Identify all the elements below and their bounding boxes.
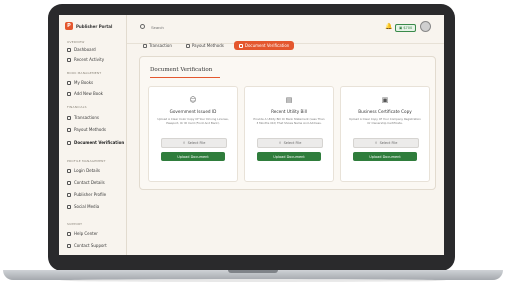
user-check-icon: ☺ [189,96,197,104]
wallet-icon: ▣ [399,26,403,30]
section-support: SUPPORT [67,222,83,226]
select-file-button[interactable]: ⇧ Select File [161,138,227,148]
select-file-button[interactable]: ⇧ Select File [353,138,419,148]
panel-title: Document Verification [150,67,213,73]
grid-icon [67,47,71,52]
card-description: Provide A Utility Bill Or Bank Statement… [253,117,325,125]
tab-payout-methods[interactable]: Payout Methods [182,42,228,49]
card-business-certificate: ▣ Business Certificate Copy Upload A Cle… [340,86,430,182]
sidebar-item-publisher-profile[interactable]: Publisher Profile [67,192,106,197]
lock-icon [67,168,71,173]
verification-panel: Document Verification ☺ Government Issue… [139,56,436,190]
sidebar-item-login-details[interactable]: Login Details [67,168,100,173]
sidebar-item-document-verification[interactable]: Document Verification [67,140,124,145]
bell-icon[interactable]: 🔔 [385,23,392,30]
sidebar-item-add-new-book[interactable]: Add New Book [67,91,103,96]
section-profile-management: PROFILE MANAGEMENT [67,159,106,163]
card-description: Upload A Clear Color Copy Of Your Drivin… [157,117,229,125]
brand-name: Publisher Portal [76,23,113,29]
activity-icon [67,57,71,62]
sidebar: P Publisher Portal OVERVIEW Dashboard Re… [59,15,127,255]
sidebar-item-contact-support[interactable]: Contact Support [67,243,107,248]
bill-icon: ▤ [285,96,293,104]
upload-document-button[interactable]: Upload Document [353,152,417,161]
sidebar-item-dashboard[interactable]: Dashboard [67,47,96,52]
tab-transaction[interactable]: Transaction [139,42,176,49]
help-icon [67,231,71,236]
document-icon [238,43,243,48]
upload-document-button[interactable]: Upload Document [257,152,321,161]
section-book-management: BOOK MANAGEMENT [67,71,102,75]
wallet-icon [67,127,71,132]
plus-icon [67,91,71,96]
tab-bar: Transaction Payout Methods Document Veri… [139,41,295,50]
upload-icon: ⇧ [182,141,186,145]
topbar: 🔔 ▣$700 [127,15,444,44]
user-icon [67,192,71,197]
share-icon [67,204,71,209]
certificate-icon: ▣ [381,96,389,104]
select-file-button[interactable]: ⇧ Select File [257,138,323,148]
dollar-icon [143,43,147,48]
sidebar-item-recent-activity[interactable]: Recent Activity [67,57,104,62]
headset-icon [67,243,71,248]
card-title: Government Issued ID [169,109,217,114]
sidebar-item-my-books[interactable]: My Books [67,80,93,85]
laptop-notch [228,270,278,273]
card-title: Recent Utility Bill [271,109,307,114]
search-input[interactable] [149,24,273,31]
tab-document-verification[interactable]: Document Verification [233,41,295,50]
contact-icon [67,180,71,185]
balance-badge[interactable]: ▣ $700 [395,24,417,32]
card-description: Upload A Clear Copy Of Your Company Regi… [349,117,421,125]
sidebar-item-contact-details[interactable]: Contact Details [67,180,105,185]
book-icon [67,80,71,85]
upload-icon: ⇧ [374,141,378,145]
card-title: Business Certificate Copy [358,109,412,114]
search-icon[interactable] [140,24,145,29]
section-financials: FINANCIALS [67,105,87,109]
card-utility-bill: ▤ Recent Utility Bill Provide A Utility … [244,86,334,182]
sidebar-item-payout-methods[interactable]: Payout Methods [67,127,106,132]
brand[interactable]: P Publisher Portal [65,22,112,30]
upload-icon: ⇧ [278,141,282,145]
sidebar-item-help-center[interactable]: Help Center [67,231,98,236]
dollar-icon [67,115,71,120]
avatar[interactable] [420,21,431,32]
sidebar-item-social-media[interactable]: Social Media [67,204,99,209]
logo-icon: P [65,22,73,30]
section-overview: OVERVIEW [67,40,85,44]
screen: P Publisher Portal OVERVIEW Dashboard Re… [59,15,444,255]
sidebar-item-transactions[interactable]: Transactions [67,115,99,120]
title-underline [150,77,220,78]
upload-document-button[interactable]: Upload Document [161,152,225,161]
document-icon [67,140,71,145]
card-government-id: ☺ Government Issued ID Upload A Clear Co… [148,86,238,182]
wallet-icon [185,43,190,48]
